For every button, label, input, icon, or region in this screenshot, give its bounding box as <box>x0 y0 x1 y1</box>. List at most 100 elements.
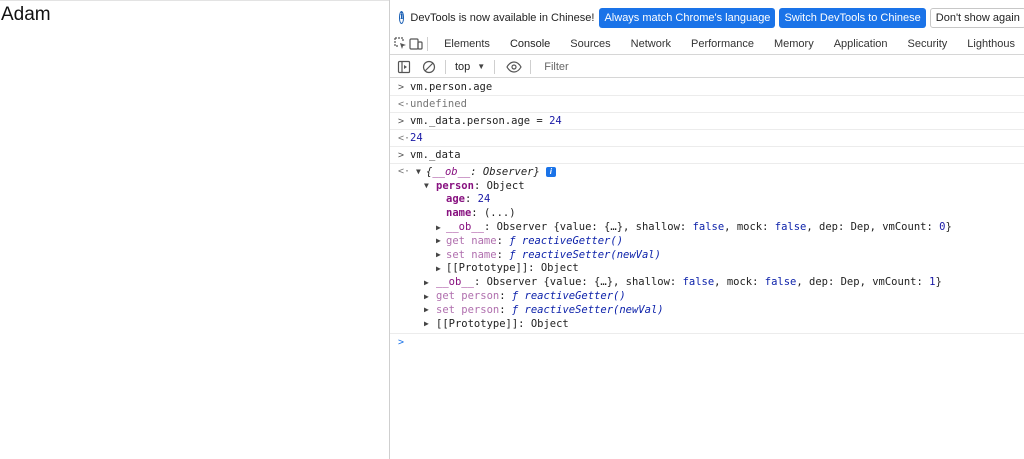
tab-memory[interactable]: Memory <box>764 33 824 54</box>
object-tree: <· ▼ {__ob__: Observer} i ▼ person: Objec… <box>390 164 1024 334</box>
tree-row-get-name[interactable]: ▶ get name: ƒ reactiveGetter() <box>390 234 1024 248</box>
tab-lighthouse[interactable]: Lighthous <box>957 33 1024 54</box>
console-result-row: <· 24 <box>390 130 1024 147</box>
bool-value: false <box>774 221 807 234</box>
console-toolbar: top ▼ Filter <box>390 56 1024 78</box>
prompt-chevron-icon: > <box>398 115 405 127</box>
accessor-key: set person <box>436 303 500 316</box>
page-heading: Adam <box>1 4 51 25</box>
page-viewport: Adam <box>0 0 389 459</box>
tab-network[interactable]: Network <box>621 33 681 54</box>
colon: : <box>499 303 512 316</box>
bool-value: false <box>682 276 715 289</box>
tab-security[interactable]: Security <box>898 33 958 54</box>
tree-row-name[interactable]: name: (...) <box>390 206 1024 220</box>
info-icon: i <box>399 11 405 24</box>
accessor-key: set name <box>446 248 497 261</box>
tree-row-prototype[interactable]: ▶ [[Prototype]]: Object <box>390 317 1024 331</box>
console-input-row: > vm._data <box>390 147 1024 164</box>
colon: : <box>496 248 510 261</box>
console-command: vm._data.person.age = 24 <box>410 115 562 127</box>
tree-row-set-person[interactable]: ▶ set person: ƒ reactiveSetter(newVal) <box>390 303 1024 317</box>
property-value: : Observer {value: {…}, shallow: <box>483 221 693 234</box>
device-toolbar-icon[interactable] <box>409 33 424 54</box>
sidebar-toggle-icon[interactable] <box>393 56 415 78</box>
tree-row-set-name[interactable]: ▶ set name: ƒ reactiveSetter(newVal) <box>390 248 1024 262</box>
tab-application[interactable]: Application <box>824 33 898 54</box>
console-input-row: > vm.person.age <box>390 79 1024 96</box>
collapsed-triangle-icon[interactable]: ▶ <box>436 250 441 259</box>
tree-row-person[interactable]: ▼ person: Object <box>390 179 1024 193</box>
collapsed-triangle-icon[interactable]: ▶ <box>424 292 429 301</box>
dont-show-again-button[interactable]: Don't show again <box>929 7 1024 28</box>
tree-row-ob[interactable]: ▶ __ob__: Observer {value: {…}, shallow:… <box>390 275 1024 289</box>
tree-row-age: age: 24 <box>390 193 1024 207</box>
property-value: , mock: <box>714 276 765 289</box>
tree-row-get-person[interactable]: ▶ get person: ƒ reactiveGetter() <box>390 289 1024 303</box>
tree-entry: get person: ƒ reactiveGetter() <box>436 290 626 302</box>
bool-value: false <box>764 276 797 289</box>
preview-key: __ob__ <box>432 165 471 178</box>
collapsed-triangle-icon[interactable]: ▶ <box>424 278 429 287</box>
collapsed-triangle-icon[interactable]: ▶ <box>424 319 429 328</box>
prompt-chevron-icon: > <box>398 336 405 348</box>
expanded-triangle-icon[interactable]: ▼ <box>416 167 421 176</box>
colon: : <box>464 193 478 206</box>
context-label: top <box>455 60 471 73</box>
devtools-tab-strip: Elements Console Sources Network Perform… <box>390 33 1024 55</box>
switch-chinese-button[interactable]: Switch DevTools to Chinese <box>779 7 926 28</box>
console-command: vm.person.age <box>410 81 493 93</box>
bool-value: false <box>692 221 725 234</box>
property-key: age <box>446 193 465 206</box>
prompt-chevron-icon: > <box>398 149 405 161</box>
clear-console-icon[interactable] <box>418 56 440 78</box>
infobar-message: DevTools is now available in Chinese! <box>410 11 595 24</box>
accessor-key: get name <box>446 234 497 247</box>
function-value: ƒ reactiveGetter() <box>509 234 624 247</box>
tab-sources[interactable]: Sources <box>560 33 620 54</box>
live-expression-eye-icon[interactable] <box>503 56 525 78</box>
context-selector[interactable]: top ▼ <box>451 61 489 73</box>
toolbar-separator <box>494 59 496 74</box>
colon: : <box>496 234 510 247</box>
console-output: > vm.person.age <· undefined > vm._data.… <box>390 79 1024 459</box>
property-value: , dep: Dep, vmCount: <box>806 221 940 234</box>
colon: : <box>499 290 512 303</box>
console-result-row: <· undefined <box>390 96 1024 113</box>
tree-entry: __ob__: Observer {value: {…}, shallow: f… <box>446 221 952 233</box>
tree-row-prototype[interactable]: ▶ [[Prototype]]: Object <box>390 262 1024 276</box>
filter-input[interactable]: Filter <box>544 61 568 73</box>
tab-elements[interactable]: Elements <box>434 33 500 54</box>
devtools-panel: i DevTools is now available in Chinese! … <box>389 0 1024 459</box>
console-result: undefined <box>410 98 467 110</box>
colon: : <box>470 165 483 178</box>
lazy-value[interactable]: : (...) <box>471 207 515 219</box>
toolbar-separator <box>445 59 446 74</box>
tree-entry: get name: ƒ reactiveGetter() <box>446 235 623 247</box>
collapsed-triangle-icon[interactable]: ▶ <box>436 236 441 245</box>
collapsed-triangle-icon[interactable]: ▶ <box>436 264 441 273</box>
console-prompt-input[interactable]: > <box>390 334 1024 351</box>
tab-console[interactable]: Console <box>499 33 561 54</box>
tree-root-row[interactable]: <· ▼ {__ob__: Observer} i <box>390 165 1024 179</box>
property-key: __ob__ <box>446 221 484 234</box>
result-arrow-icon: <· <box>398 98 411 110</box>
info-badge-icon[interactable]: i <box>545 166 556 177</box>
inspect-element-icon[interactable] <box>394 33 409 54</box>
property-value: 24 <box>477 193 491 206</box>
brace: } <box>935 276 942 289</box>
console-input-row: > vm._data.person.age = 24 <box>390 113 1024 130</box>
collapsed-triangle-icon[interactable]: ▶ <box>436 223 441 232</box>
property-value: : Observer {value: {…}, shallow: <box>473 276 683 289</box>
tree-entry: __ob__: Observer {value: {…}, shallow: f… <box>436 276 942 288</box>
collapsed-triangle-icon[interactable]: ▶ <box>424 305 429 314</box>
tab-performance[interactable]: Performance <box>681 33 764 54</box>
prompt-chevron-icon: > <box>398 81 405 93</box>
accessor-key: get person <box>436 290 500 303</box>
match-language-button[interactable]: Always match Chrome's language <box>599 7 776 28</box>
tree-entry: name: (...) <box>446 207 516 219</box>
expanded-triangle-icon[interactable]: ▼ <box>424 181 429 190</box>
tree-row-ob[interactable]: ▶ __ob__: Observer {value: {…}, shallow:… <box>390 220 1024 234</box>
function-value: ƒ reactiveSetter(newVal) <box>509 248 661 261</box>
tree-entry: age: 24 <box>446 193 490 205</box>
